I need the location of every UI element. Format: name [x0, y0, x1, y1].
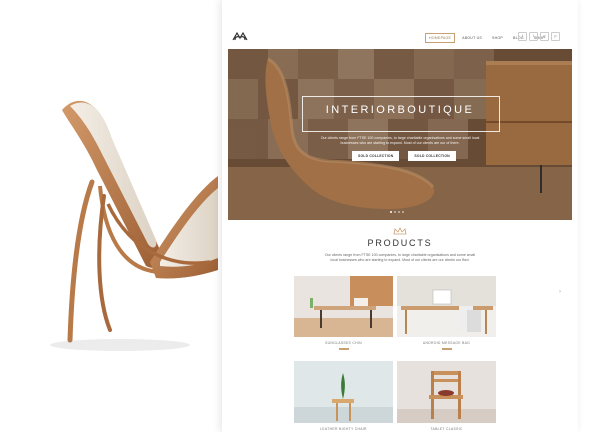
- twitter-icon[interactable]: t: [529, 32, 538, 41]
- product-name[interactable]: TABLET CLASSIC: [397, 427, 496, 431]
- product-card[interactable]: SUNGLASSES CHIN: [294, 276, 393, 350]
- product-card[interactable]: LEATHER NIGHTY CHAIR: [294, 361, 393, 432]
- crown-ornament-icon: [393, 227, 407, 235]
- product-name[interactable]: ANDROID MESSAGE BAG: [397, 341, 496, 345]
- product-card[interactable]: ANDROID MESSAGE BAG: [397, 276, 496, 350]
- collection-button-1[interactable]: SOLD COLLECTION: [352, 151, 400, 161]
- hero-buttons: SOLD COLLECTION SOLD COLLECTION: [352, 151, 456, 161]
- product-image[interactable]: [397, 276, 496, 337]
- product-price-bar: [441, 348, 452, 350]
- next-arrow-icon[interactable]: ›: [559, 289, 561, 295]
- hero-chair-photo: [0, 0, 222, 432]
- social-links: f t g p: [518, 32, 560, 41]
- product-name[interactable]: LEATHER NIGHTY CHAIR: [294, 427, 393, 431]
- facebook-icon[interactable]: f: [518, 32, 527, 41]
- nav-item-about-us[interactable]: ABOUT US: [459, 34, 485, 42]
- slider-dot[interactable]: [402, 211, 404, 213]
- slider-dot[interactable]: [398, 211, 400, 213]
- slider-dots: [390, 211, 404, 213]
- product-image[interactable]: [397, 361, 496, 423]
- hero-title: INTERIORBOUTIQUE: [325, 104, 475, 116]
- product-image[interactable]: [294, 276, 393, 337]
- products-heading: PRODUCTS: [367, 238, 433, 248]
- products-subtitle: Our clients range from FTSE 100 companie…: [324, 253, 476, 262]
- chair-illustration: [50, 100, 218, 351]
- product-image[interactable]: [294, 361, 393, 423]
- website-mockup: HOMEPAGE ABOUT US SHOP BLOG SHOP f t g p: [222, 0, 578, 432]
- hero-slider: INTERIORBOUTIQUE Our clients range from …: [228, 49, 572, 220]
- nav-item-shop[interactable]: SHOP: [489, 34, 506, 42]
- product-card[interactable]: TABLET CLASSIC: [397, 361, 496, 432]
- hero-background-image: [228, 49, 572, 220]
- product-name[interactable]: SUNGLASSES CHIN: [294, 341, 393, 345]
- slider-dot[interactable]: [394, 211, 396, 213]
- product-price-bar: [338, 348, 349, 350]
- site-header: HOMEPAGE ABOUT US SHOP BLOG SHOP f t g p: [222, 0, 578, 46]
- pinterest-icon[interactable]: p: [551, 32, 560, 41]
- hero-description: Our clients range from FTSE 100 companie…: [320, 136, 480, 145]
- nav-item-homepage[interactable]: HOMEPAGE: [425, 33, 456, 43]
- brand-logo-icon[interactable]: [231, 30, 249, 42]
- google-icon[interactable]: g: [540, 32, 549, 41]
- collection-button-2[interactable]: SOLD COLLECTION: [408, 151, 456, 161]
- slider-dot[interactable]: [390, 211, 392, 213]
